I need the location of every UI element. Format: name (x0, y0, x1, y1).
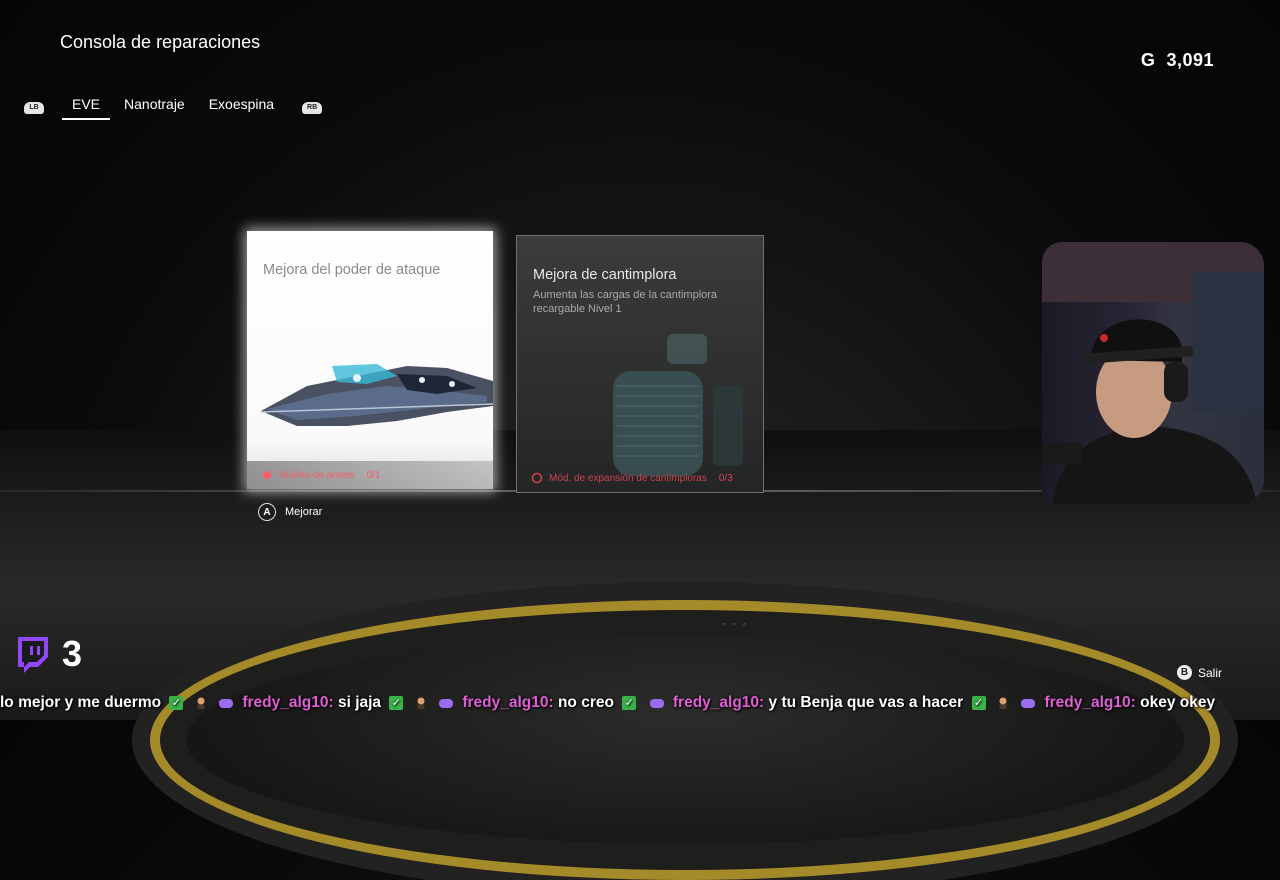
twitch-viewers: 3 (14, 633, 82, 675)
viewer-count: 3 (62, 633, 83, 674)
b-button-icon: B (1176, 665, 1192, 680)
currency-display: G 3,091 (1141, 50, 1214, 71)
a-button-icon: A (258, 503, 276, 521)
chat-message: okey okey (1140, 694, 1216, 711)
exit-label: Salir (1197, 665, 1222, 680)
chat-username: fredy_alg10: (672, 694, 765, 711)
avatar-icon (197, 697, 205, 709)
check-icon: ✓ (622, 696, 637, 710)
chat-username: fredy_alg10: (1044, 694, 1136, 711)
currency-symbol: G (1140, 50, 1156, 70)
webcam-overlay (1042, 242, 1264, 504)
gamepad-icon (439, 699, 453, 708)
check-icon: ✓ (971, 696, 986, 710)
gamepad-icon (219, 699, 234, 708)
twitch-logo-icon (18, 637, 48, 673)
chat-username: fredy_alg10: (462, 694, 554, 711)
rb-bumper-icon[interactable]: RB (302, 101, 323, 114)
chat-message: y tu Benja que vas a hacer (768, 694, 964, 711)
chat-ticker: lo mejor y me duermo ✓ fredy_alg10: si j… (0, 694, 1280, 716)
card-requirement: Núcleo de armas 0/1 (247, 461, 493, 489)
tab-eve[interactable]: EVE (61, 96, 111, 120)
chat-username: fredy_alg10: (242, 694, 334, 711)
tab-exoespina[interactable]: Exoespina (209, 96, 274, 119)
card-title: Mejora de cantimplora (533, 267, 677, 283)
upgrade-card-attack-power[interactable]: Mejora del poder de ataque Núcleo de arm… (247, 231, 493, 489)
expansion-module-icon (531, 472, 543, 484)
upgrade-card-canteen[interactable]: Mejora de cantimplora Aumenta las cargas… (516, 235, 764, 493)
check-icon: ✓ (389, 696, 404, 710)
background-platform (150, 600, 1220, 880)
streamer-silhouette (1042, 319, 1257, 504)
avatar-icon (417, 697, 425, 709)
gamepad-icon (1021, 699, 1036, 708)
requirement-label: Mód. de expansión de cantimploras (549, 472, 707, 484)
exit-prompt[interactable]: B Salir (1176, 665, 1222, 680)
currency-value: 3,091 (1166, 50, 1214, 70)
canteen-illustration (613, 334, 743, 476)
platform-decal: ◦ ◦ ◦ (720, 618, 747, 629)
requirement-count: 0/3 (718, 472, 733, 484)
chat-message: si jaja (337, 694, 382, 711)
tab-bar: LB EVE Nanotraje Exoespina RB (24, 96, 323, 120)
weapon-core-icon (261, 469, 273, 481)
tab-nanotraje[interactable]: Nanotraje (124, 96, 185, 119)
requirement-label: Núcleo de armas (279, 469, 355, 481)
gamepad-icon (649, 699, 664, 708)
chat-message: lo mejor y me duermo (0, 694, 162, 711)
page-title: Consola de reparaciones (60, 32, 261, 52)
check-icon: ✓ (169, 696, 184, 710)
chat-message: no creo (557, 694, 614, 711)
card-requirement: Mód. de expansión de cantimploras 0/3 (517, 464, 763, 492)
upgrade-prompt[interactable]: A Mejorar (258, 503, 322, 521)
weapon-illustration (260, 364, 493, 426)
card-description: Aumenta las cargas de la cantimplora rec… (533, 289, 718, 315)
upgrade-label: Mejorar (285, 506, 323, 518)
requirement-count: 0/1 (366, 469, 381, 481)
lb-bumper-icon[interactable]: LB (24, 101, 44, 114)
avatar-icon (999, 697, 1007, 709)
card-title: Mejora del poder de ataque (263, 262, 441, 278)
